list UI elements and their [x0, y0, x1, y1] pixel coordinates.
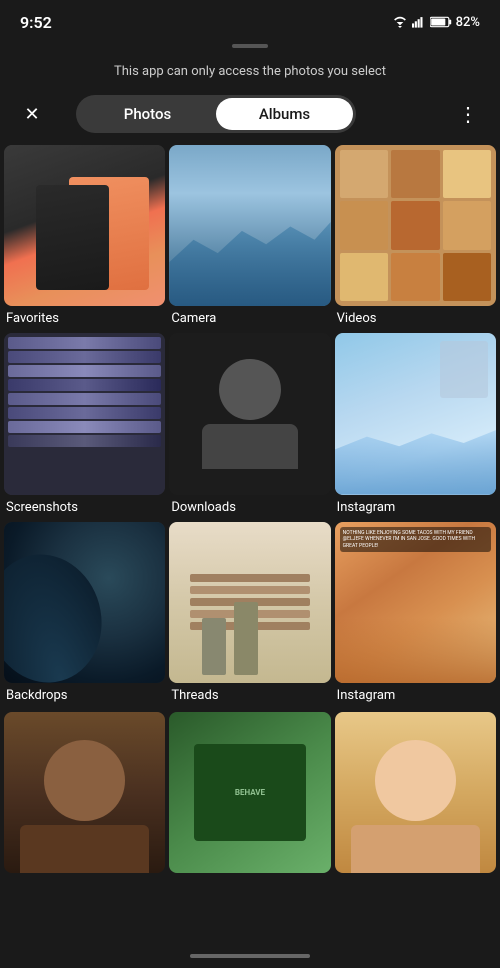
album-thumb-downloads — [169, 333, 330, 494]
bottom-thumb-person1[interactable] — [4, 712, 165, 873]
banner-text: This app can only access the photos you … — [0, 56, 500, 89]
album-thumb-backdrops — [4, 522, 165, 683]
album-thumb-instagram1 — [335, 333, 496, 494]
album-camera[interactable]: Camera — [169, 145, 330, 329]
album-favorites[interactable]: Favorites — [4, 145, 165, 329]
album-label-backdrops: Backdrops — [4, 683, 165, 706]
battery-percent: 82% — [456, 15, 480, 30]
album-label-instagram1: Instagram — [335, 495, 496, 518]
status-bar: 9:52 82% — [0, 0, 500, 40]
album-label-downloads: Downloads — [169, 495, 330, 518]
battery-icon — [430, 16, 452, 28]
bottom-thumb-person2[interactable] — [335, 712, 496, 873]
status-icons: 82% — [392, 15, 480, 30]
tab-albums[interactable]: Albums — [216, 98, 353, 130]
navigation-bar — [0, 944, 500, 968]
album-thumb-camera — [169, 145, 330, 306]
wifi-icon — [392, 16, 408, 28]
album-threads[interactable]: Threads — [169, 522, 330, 706]
tab-group: Photos Albums — [76, 95, 356, 133]
album-label-screenshots: Screenshots — [4, 495, 165, 518]
album-screenshots[interactable]: Screenshots — [4, 333, 165, 517]
status-time: 9:52 — [20, 13, 52, 32]
drag-handle — [232, 44, 268, 48]
album-label-videos: Videos — [335, 306, 496, 329]
more-button[interactable]: ⋮ — [452, 98, 484, 130]
album-instagram2[interactable]: NOTHING LIKE ENJOYING SOME TACOS WITH MY… — [335, 522, 496, 706]
album-label-favorites: Favorites — [4, 306, 165, 329]
album-thumb-instagram2: NOTHING LIKE ENJOYING SOME TACOS WITH MY… — [335, 522, 496, 683]
album-instagram1[interactable]: Instagram — [335, 333, 496, 517]
tab-photos[interactable]: Photos — [79, 98, 216, 130]
album-downloads[interactable]: Downloads — [169, 333, 330, 517]
nav-header: ✕ Photos Albums ⋮ — [0, 89, 500, 139]
albums-grid: Favorites Camera Videos — [0, 139, 500, 712]
album-label-camera: Camera — [169, 306, 330, 329]
signal-icon — [412, 16, 426, 28]
album-backdrops[interactable]: Backdrops — [4, 522, 165, 706]
album-thumb-favorites — [4, 145, 165, 306]
home-indicator — [190, 954, 310, 958]
album-thumb-screenshots — [4, 333, 165, 494]
album-thumb-threads — [169, 522, 330, 683]
album-videos[interactable]: Videos — [335, 145, 496, 329]
bottom-thumb-green[interactable]: BEHAVE — [169, 712, 330, 873]
bottom-row: BEHAVE — [0, 712, 500, 877]
album-label-threads: Threads — [169, 683, 330, 706]
album-thumb-videos — [335, 145, 496, 306]
close-button[interactable]: ✕ — [16, 98, 48, 130]
album-label-instagram2: Instagram — [335, 683, 496, 706]
